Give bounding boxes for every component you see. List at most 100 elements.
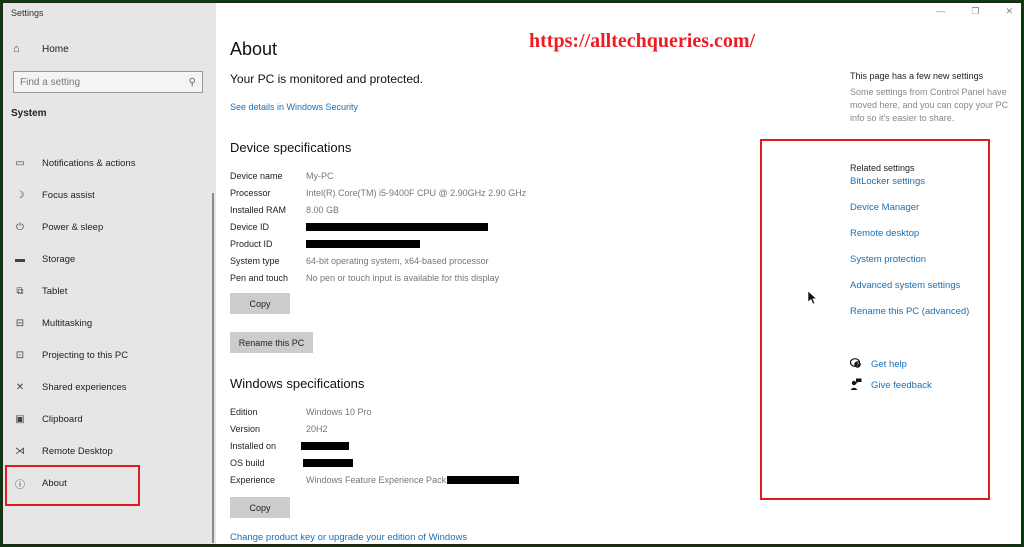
sidebar-item-label: Focus assist bbox=[42, 189, 95, 201]
sidebar-item-label: Tablet bbox=[42, 285, 68, 297]
sidebar-item-power-sleep[interactable]: ⏻ Power & sleep bbox=[3, 211, 208, 243]
redaction-bar bbox=[306, 222, 488, 231]
close-icon[interactable]: ✕ bbox=[1005, 6, 1013, 17]
spec-value: 8.00 GB bbox=[306, 204, 340, 215]
related-settings-title: Related settings bbox=[850, 163, 915, 173]
rename-pc-button[interactable]: Rename this PC bbox=[230, 332, 313, 353]
maximize-icon[interactable]: ❐ bbox=[971, 6, 979, 17]
storage-icon: ▬ bbox=[15, 253, 25, 265]
redaction-bar bbox=[303, 458, 353, 467]
about-highlight-box bbox=[5, 465, 140, 506]
spec-label: Version bbox=[230, 423, 261, 434]
spec-row: Installed RAM 8.00 GB bbox=[230, 201, 526, 218]
spec-row: Processor Intel(R) Core(TM) i5-9400F CPU… bbox=[230, 184, 526, 201]
get-help-row[interactable]: ? Get help bbox=[849, 354, 932, 375]
bitlocker-settings-link[interactable]: BitLocker settings bbox=[850, 176, 969, 202]
sidebar-item-focus-assist[interactable]: ☽ Focus assist bbox=[3, 179, 208, 211]
spec-row: OS build bbox=[230, 454, 519, 471]
sidebar-item-label: Clipboard bbox=[42, 413, 83, 425]
get-help-link[interactable]: Get help bbox=[871, 359, 907, 370]
spec-value: My-PC bbox=[306, 170, 334, 181]
spec-row: System type 64-bit operating system, x64… bbox=[230, 252, 526, 269]
sidebar-item-clipboard[interactable]: ▣ Clipboard bbox=[3, 403, 208, 435]
home-label: Home bbox=[42, 43, 69, 55]
minimize-icon[interactable]: — bbox=[936, 6, 945, 17]
sidebar-item-shared-experiences[interactable]: ✕ Shared experiences bbox=[3, 371, 208, 403]
sidebar-item-multitasking[interactable]: ⊟ Multitasking bbox=[3, 307, 208, 339]
sidebar-item-notifications[interactable]: ▭ Notifications & actions bbox=[3, 147, 208, 179]
page-title: About bbox=[230, 39, 278, 59]
device-manager-link[interactable]: Device Manager bbox=[850, 202, 969, 228]
section-label: System bbox=[11, 108, 47, 119]
new-settings-info: This page has a few new settings Some se… bbox=[850, 71, 1010, 125]
sidebar: Settings ⌂ Home Find a setting ⚲ System … bbox=[3, 3, 216, 544]
spec-value: Windows Feature Experience Pack bbox=[306, 474, 520, 485]
windows-specs-heading: Windows specifications bbox=[230, 376, 365, 391]
spec-label: OS build bbox=[230, 457, 265, 468]
clipboard-icon: ▣ bbox=[15, 413, 25, 425]
feedback-person-icon bbox=[850, 378, 871, 393]
spec-value bbox=[303, 458, 353, 467]
sidebar-item-label: Multitasking bbox=[42, 317, 93, 329]
redaction-bar bbox=[447, 475, 520, 484]
spec-row: Experience Windows Feature Experience Pa… bbox=[230, 471, 520, 488]
info-description: Some settings from Control Panel have mo… bbox=[850, 87, 1009, 123]
spec-value bbox=[306, 222, 488, 231]
app-title: Settings bbox=[11, 8, 44, 18]
spec-value: No pen or touch input is available for t… bbox=[306, 272, 500, 283]
spec-label: Processor bbox=[230, 187, 271, 198]
sidebar-item-label: Notifications & actions bbox=[42, 157, 136, 169]
spec-row: Product ID bbox=[230, 235, 526, 252]
svg-text:?: ? bbox=[856, 362, 859, 368]
sidebar-item-storage[interactable]: ▬ Storage bbox=[3, 243, 208, 275]
search-icon[interactable]: ⚲ bbox=[189, 77, 196, 88]
advanced-system-settings-link[interactable]: Advanced system settings bbox=[850, 280, 969, 306]
spec-label: Installed RAM bbox=[230, 204, 287, 215]
notification-icon: ▭ bbox=[15, 157, 25, 169]
sidebar-item-label: Remote Desktop bbox=[42, 445, 113, 457]
sidebar-item-projecting[interactable]: ⊡ Projecting to this PC bbox=[3, 339, 208, 371]
spec-row: Edition Windows 10 Pro bbox=[230, 403, 519, 420]
system-protection-link[interactable]: System protection bbox=[850, 254, 969, 280]
spec-label: Device name bbox=[230, 170, 283, 181]
give-feedback-row[interactable]: Give feedback bbox=[850, 375, 932, 396]
home-icon: ⌂ bbox=[13, 43, 20, 55]
sidebar-item-remote-desktop[interactable]: ⋊ Remote Desktop bbox=[3, 435, 208, 467]
rename-pc-advanced-link[interactable]: Rename this PC (advanced) bbox=[850, 306, 969, 332]
give-feedback-link[interactable]: Give feedback bbox=[871, 380, 932, 391]
change-product-key-link[interactable]: Change product key or upgrade your editi… bbox=[230, 532, 467, 543]
watermark-url: https://alltechqueries.com/ bbox=[529, 30, 756, 52]
spec-value: Intel(R) Core(TM) i5-9400F CPU @ 2.90GHz… bbox=[306, 187, 527, 198]
main-content: About Your PC is monitored and protected… bbox=[216, 3, 1021, 544]
copy-device-specs-button[interactable]: Copy bbox=[230, 293, 290, 314]
sidebar-scrollbar[interactable] bbox=[212, 193, 214, 543]
redaction-bar bbox=[301, 441, 349, 450]
copy-windows-specs-button[interactable]: Copy bbox=[230, 497, 290, 518]
spec-row: Pen and touch No pen or touch input is a… bbox=[230, 269, 526, 286]
shared-icon: ✕ bbox=[15, 381, 25, 393]
window-controls: — ❐ ✕ bbox=[936, 6, 1013, 17]
spec-row: Device ID bbox=[230, 218, 526, 235]
moon-icon: ☽ bbox=[15, 189, 25, 201]
related-settings: Related settings BitLocker settings Devi… bbox=[850, 163, 969, 332]
experience-text: Windows Feature Experience Pack bbox=[306, 474, 447, 485]
projector-icon: ⊡ bbox=[15, 349, 25, 361]
spec-row: Installed on bbox=[230, 437, 519, 454]
device-specs-table: Device name My-PC Processor Intel(R) Cor… bbox=[230, 167, 526, 286]
spec-label: Installed on bbox=[230, 440, 277, 451]
sidebar-item-label: Shared experiences bbox=[42, 381, 127, 393]
tablet-icon: ⧉ bbox=[16, 285, 24, 297]
spec-label: Device ID bbox=[230, 221, 270, 232]
sidebar-home[interactable]: ⌂ Home bbox=[13, 43, 69, 55]
redaction-bar bbox=[306, 239, 420, 248]
sidebar-item-tablet[interactable]: ⧉ Tablet bbox=[3, 275, 208, 307]
windows-security-link[interactable]: See details in Windows Security bbox=[230, 102, 358, 112]
spec-value bbox=[306, 239, 420, 248]
info-title: This page has a few new settings bbox=[850, 71, 984, 81]
multitasking-icon: ⊟ bbox=[15, 317, 25, 329]
mouse-pointer-icon bbox=[807, 290, 818, 310]
search-input[interactable]: Find a setting ⚲ bbox=[13, 71, 203, 93]
remote-desktop-link[interactable]: Remote desktop bbox=[850, 228, 969, 254]
device-specs-heading: Device specifications bbox=[230, 140, 352, 155]
spec-row: Version 20H2 bbox=[230, 420, 519, 437]
